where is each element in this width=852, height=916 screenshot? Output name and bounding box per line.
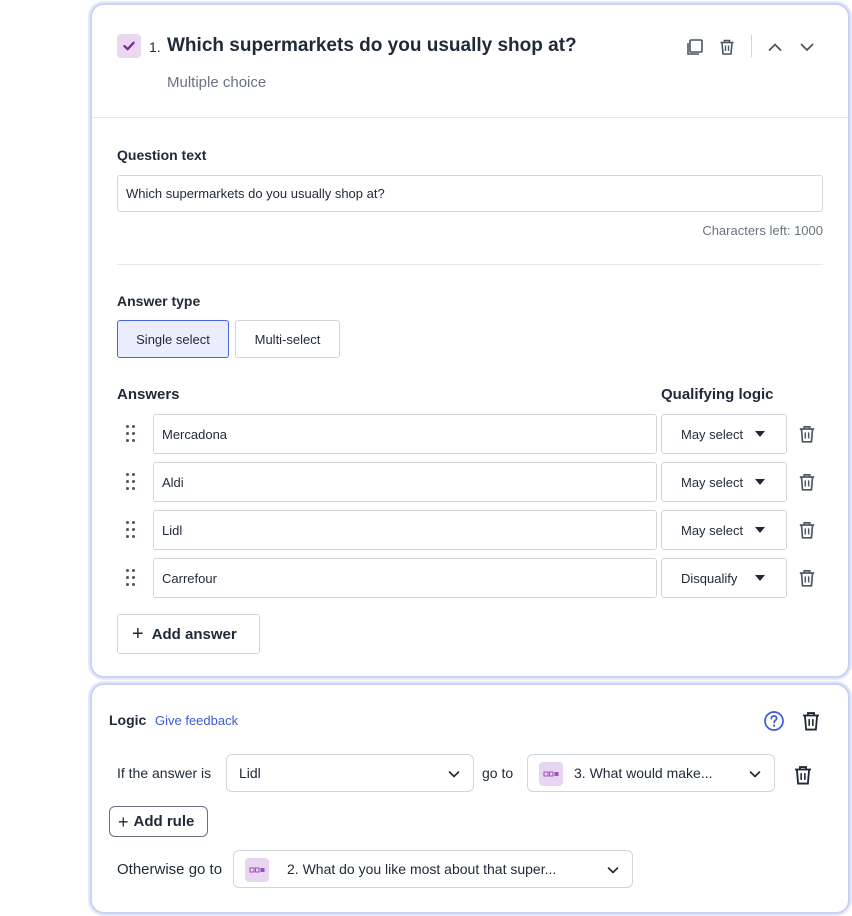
answer-row: Carrefour Disqualify [117, 558, 827, 598]
header-divider [751, 35, 752, 57]
plus-icon: + [118, 811, 129, 832]
question-header: 1. Which supermarkets do you usually sho… [92, 5, 848, 118]
answer-text: Aldi [162, 474, 184, 490]
drag-handle-icon[interactable] [126, 473, 136, 491]
answer-condition-select[interactable]: Lidl [226, 754, 474, 792]
add-rule-label: Add rule [133, 813, 195, 830]
trash-icon [799, 425, 815, 443]
question-node-icon [539, 762, 563, 786]
answer-input[interactable]: Mercadona [153, 414, 657, 454]
qualifying-logic-value: Disqualify [681, 570, 738, 586]
move-up-button[interactable] [764, 36, 786, 58]
copy-icon [687, 39, 703, 55]
check-icon [123, 41, 135, 51]
question-text-value: Which supermarkets do you usually shop a… [126, 186, 385, 201]
qualifying-logic-select[interactable]: May select [661, 462, 787, 502]
delete-answer-button[interactable] [797, 568, 817, 588]
qualifying-logic-select[interactable]: Disqualify [661, 558, 787, 598]
answer-text: Carrefour [162, 570, 217, 586]
question-card: 1. Which supermarkets do you usually sho… [90, 3, 850, 678]
answer-text: Mercadona [162, 426, 228, 442]
answer-type-label: Answer type [117, 293, 201, 309]
plus-icon: + [132, 623, 144, 645]
chevron-down-icon [749, 771, 761, 778]
delete-answer-button[interactable] [797, 424, 817, 444]
drag-handle-icon[interactable] [126, 569, 136, 587]
add-answer-label: Add answer [151, 625, 237, 643]
chevron-down-icon [448, 771, 460, 778]
answer-row: Aldi May select [117, 462, 827, 502]
question-node-icon [245, 858, 269, 882]
duplicate-button[interactable] [684, 36, 706, 58]
otherwise-question-value: 2. What do you like most about that supe… [287, 861, 557, 877]
answer-input[interactable]: Aldi [153, 462, 657, 502]
delete-rule-button[interactable] [792, 764, 814, 786]
question-number: 1. [149, 39, 161, 55]
qualifying-logic-value: May select [681, 426, 744, 442]
help-button[interactable] [763, 710, 785, 732]
single-select-option[interactable]: Single select [117, 320, 229, 358]
qualifying-logic-value: May select [681, 522, 744, 538]
answer-condition-value: Lidl [239, 765, 261, 781]
trash-icon [799, 521, 815, 539]
if-answer-label: If the answer is [117, 765, 212, 781]
chevron-down-icon [800, 43, 814, 51]
chevron-up-icon [768, 43, 782, 51]
delete-answer-button[interactable] [797, 472, 817, 492]
answer-input[interactable]: Carrefour [153, 558, 657, 598]
trash-icon [720, 39, 734, 55]
caret-down-icon [755, 527, 765, 533]
otherwise-question-select[interactable]: 2. What do you like most about that supe… [233, 850, 633, 888]
question-title: Which supermarkets do you usually shop a… [167, 35, 577, 56]
add-answer-button[interactable]: + Add answer [117, 614, 260, 654]
trash-icon [799, 473, 815, 491]
goto-question-value: 3. What would make... [574, 765, 713, 781]
answers-label: Answers [117, 386, 180, 403]
answer-input[interactable]: Lidl [153, 510, 657, 550]
characters-left: Characters left: 1000 [702, 223, 823, 238]
trash-icon [799, 569, 815, 587]
chevron-down-icon [607, 867, 619, 874]
help-circle-icon [764, 711, 784, 731]
qualifying-logic-label: Qualifying logic [661, 386, 774, 403]
trash-icon [795, 766, 811, 785]
qualifying-logic-select[interactable]: May select [661, 414, 787, 454]
question-text-label: Question text [117, 147, 207, 163]
delete-answer-button[interactable] [797, 520, 817, 540]
logic-title: Logic [109, 712, 147, 728]
add-rule-button[interactable]: + Add rule [109, 806, 208, 837]
drag-handle-icon[interactable] [126, 425, 136, 443]
question-type: Multiple choice [167, 74, 267, 91]
answer-row: Mercadona May select [117, 414, 827, 454]
question-checkbox[interactable] [117, 34, 141, 58]
otherwise-label: Otherwise go to [117, 861, 223, 878]
give-feedback-link[interactable]: Give feedback [155, 713, 238, 728]
qualifying-logic-select[interactable]: May select [661, 510, 787, 550]
answer-row: Lidl May select [117, 510, 827, 550]
question-text-input[interactable]: Which supermarkets do you usually shop a… [117, 175, 823, 212]
trash-icon [803, 712, 819, 731]
caret-down-icon [755, 431, 765, 437]
logic-card: Logic Give feedback If the answer is Lid… [90, 683, 850, 914]
caret-down-icon [755, 575, 765, 581]
goto-question-select[interactable]: 3. What would make... [527, 754, 775, 792]
caret-down-icon [755, 479, 765, 485]
answer-text: Lidl [162, 522, 183, 538]
multi-select-option[interactable]: Multi-select [235, 320, 340, 358]
goto-label: go to [482, 765, 514, 781]
drag-handle-icon[interactable] [126, 521, 136, 539]
move-down-button[interactable] [796, 36, 818, 58]
delete-question-button[interactable] [716, 36, 738, 58]
qualifying-logic-value: May select [681, 474, 744, 490]
delete-logic-button[interactable] [800, 710, 822, 732]
section-divider [117, 264, 823, 265]
